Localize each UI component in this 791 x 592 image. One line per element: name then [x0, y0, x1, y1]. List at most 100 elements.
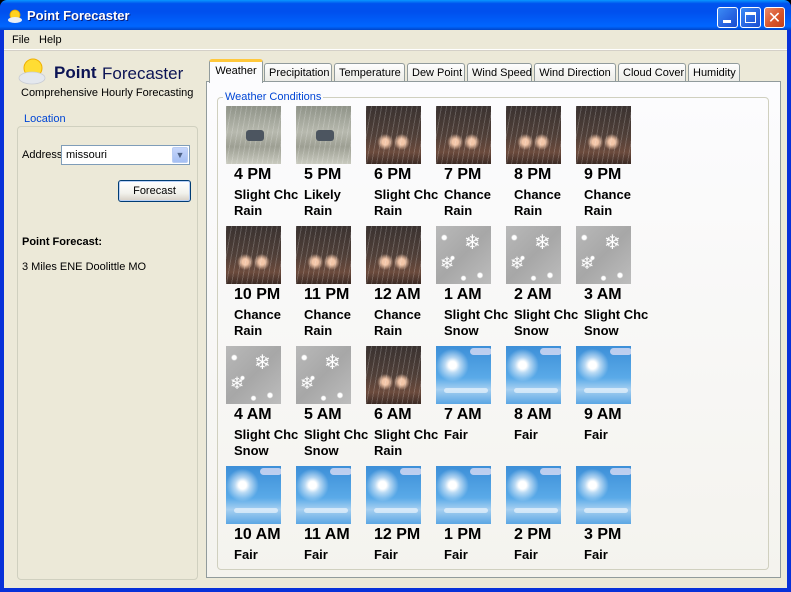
hour-time: 5 AM — [304, 406, 342, 423]
snow-icon: ❄ ❄ — [506, 226, 561, 284]
hour-cell: 5 PM Likely Rain — [296, 106, 366, 226]
fair-icon — [436, 466, 491, 524]
minimize-button[interactable] — [717, 7, 738, 28]
hour-cell: 7 AM Fair — [436, 346, 506, 466]
app-window: Point Forecaster ✕ File Help Point Forec… — [0, 0, 791, 592]
rain-night-icon — [366, 226, 421, 284]
car-shape — [246, 130, 264, 141]
logo-title-forecaster: Forecaster — [102, 64, 184, 83]
cloud-shape — [374, 508, 418, 513]
tab-humidity[interactable]: Humidity — [688, 63, 740, 82]
rain-day-icon — [226, 106, 281, 164]
cloud-shape — [330, 468, 351, 475]
hour-time: 12 AM — [374, 286, 421, 303]
tab-dew-point[interactable]: Dew Point — [407, 63, 465, 82]
condition-line-2: Snow — [514, 323, 549, 338]
rain-streaks — [506, 106, 561, 164]
hour-time: 7 AM — [444, 406, 482, 423]
hour-time: 11 AM — [304, 526, 350, 543]
tab-wind-speed[interactable]: Wind Speed — [467, 63, 532, 82]
hour-time: 3 PM — [584, 526, 622, 543]
hour-time: 8 PM — [514, 166, 552, 183]
menu-help[interactable]: Help — [39, 34, 62, 46]
rain-day-icon — [296, 106, 351, 164]
tab-precipitation[interactable]: Precipitation — [264, 63, 332, 82]
hour-time: 4 PM — [234, 166, 272, 183]
tab-temperature[interactable]: Temperature — [334, 63, 405, 82]
hour-condition: Fair — [514, 427, 538, 443]
cloud-shape — [610, 468, 631, 475]
location-legend: Location — [22, 113, 68, 125]
rain-streaks — [226, 226, 281, 284]
rain-night-icon — [576, 106, 631, 164]
hour-time: 6 PM — [374, 166, 412, 183]
title-bar[interactable]: Point Forecaster ✕ — [0, 0, 791, 30]
hour-condition: Chance Rain — [234, 307, 281, 339]
cloud-shape — [514, 388, 558, 393]
cloud-shape — [540, 348, 561, 355]
hour-cell: 4 PM Slight Chc Rain — [226, 106, 299, 226]
condition-line-1: Chance — [584, 187, 631, 202]
tab-weather[interactable]: Weather — [209, 59, 263, 83]
condition-line-1: Chance — [514, 187, 561, 202]
hour-cell: 10 PM Chance Rain — [226, 226, 296, 346]
client-area: File Help Point Forecaster Comprehensive… — [4, 30, 787, 588]
hour-condition: Fair — [374, 547, 398, 563]
hour-cell: 2 PM Fair — [506, 466, 576, 586]
hour-cell: 9 AM Fair — [576, 346, 646, 466]
maximize-button[interactable] — [740, 7, 761, 28]
cloud-shape — [304, 508, 348, 513]
condition-line-1: Slight Chc — [234, 427, 299, 442]
tab-wind-direction[interactable]: Wind Direction — [534, 63, 616, 82]
condition-line-1: Fair — [584, 547, 608, 562]
address-value[interactable]: missouri — [66, 149, 107, 161]
condition-line-1: Slight Chc — [584, 307, 649, 322]
maximize-icon — [745, 12, 756, 23]
hour-condition: Slight Chc Snow — [304, 427, 368, 459]
hour-cell: 9 PM Chance Rain — [576, 106, 646, 226]
hour-cell: 12 PM Fair — [366, 466, 436, 586]
cloud-shape — [400, 468, 421, 475]
close-button[interactable]: ✕ — [764, 7, 785, 28]
hour-time: 7 PM — [444, 166, 482, 183]
hour-cell: 8 AM Fair — [506, 346, 576, 466]
condition-line-1: Slight Chc — [304, 427, 369, 442]
point-forecast-value: 3 Miles ENE Doolittle MO — [22, 261, 147, 273]
rain-night-icon — [436, 106, 491, 164]
condition-line-1: Slight Chc — [234, 187, 299, 202]
fair-icon — [506, 346, 561, 404]
car-shape — [316, 130, 334, 141]
hour-condition: Slight Chc Snow — [584, 307, 648, 339]
fair-icon — [366, 466, 421, 524]
tagline: Comprehensive Hourly Forecasting — [21, 87, 194, 99]
hour-cell: 6 PM Slight Chc Rain — [366, 106, 438, 226]
hour-condition: Slight Chc Snow — [444, 307, 508, 339]
address-combobox[interactable]: missouri ▼ — [61, 145, 190, 165]
hour-cell: ❄ ❄ 4 AM Slight Chc Snow — [226, 346, 299, 466]
condition-line-1: Slight Chc — [374, 427, 439, 442]
fair-icon — [506, 466, 561, 524]
hour-time: 4 AM — [234, 406, 272, 423]
menu-file[interactable]: File — [12, 34, 30, 46]
condition-line-2: Snow — [444, 323, 479, 338]
snow-icon: ❄ ❄ — [226, 346, 281, 404]
forecast-button[interactable]: Forecast — [118, 180, 191, 202]
hour-condition: Likely Rain — [304, 187, 341, 219]
hour-time: 2 PM — [514, 526, 552, 543]
hour-condition: Slight Chc Rain — [374, 427, 438, 459]
hour-time: 6 AM — [374, 406, 412, 423]
condition-line-1: Fair — [234, 547, 258, 562]
cloud-shape — [514, 508, 558, 513]
tab-cloud-cover[interactable]: Cloud Cover — [618, 63, 686, 82]
condition-line-2: Rain — [514, 203, 543, 218]
condition-line-2: Rain — [234, 323, 263, 338]
fair-icon — [576, 466, 631, 524]
hour-time: 3 AM — [584, 286, 622, 303]
chevron-down-icon[interactable]: ▼ — [172, 147, 188, 163]
hour-condition: Slight Chc Rain — [374, 187, 438, 219]
snowflake-icon: ❄ — [534, 230, 551, 254]
cloud-shape — [540, 468, 561, 475]
hour-time: 10 PM — [234, 286, 281, 303]
snowflake-icon: ❄ — [604, 230, 621, 254]
point-forecast-label: Point Forecast: — [22, 236, 103, 248]
